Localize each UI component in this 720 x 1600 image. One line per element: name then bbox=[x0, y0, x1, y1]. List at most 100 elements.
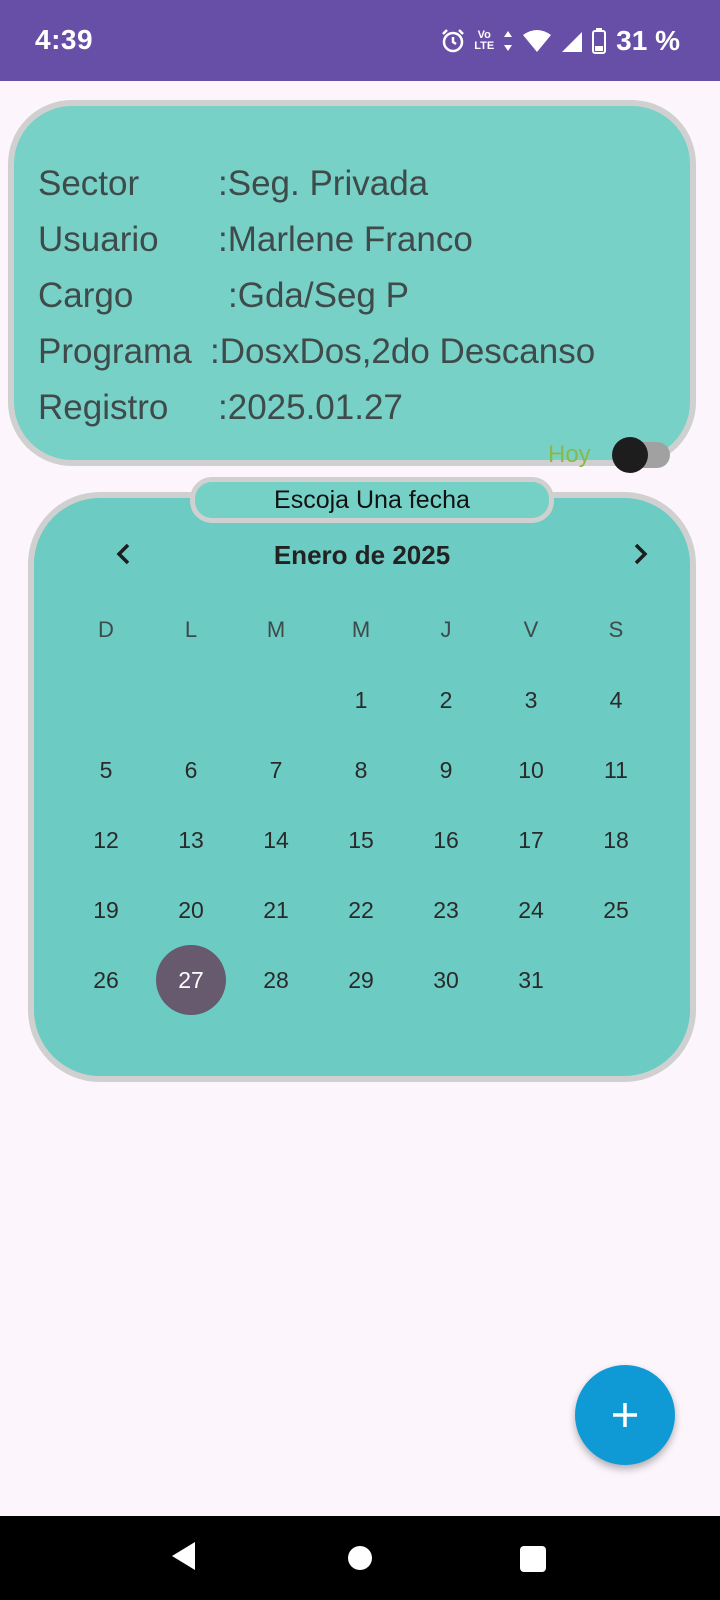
day-number: 1 bbox=[354, 686, 368, 713]
day-number: 12 bbox=[93, 826, 119, 853]
today-switch[interactable] bbox=[612, 437, 648, 473]
day-number: 19 bbox=[93, 896, 119, 923]
month-header: Enero de 2025 bbox=[28, 530, 696, 580]
day-number: 23 bbox=[433, 896, 459, 923]
data-arrows-icon bbox=[504, 31, 513, 51]
day-number: 14 bbox=[263, 826, 289, 853]
status-time: 4:39 bbox=[35, 24, 94, 55]
day-number: 10 bbox=[518, 756, 544, 783]
info-label: Programa bbox=[38, 332, 192, 371]
calendar-day[interactable]: 31 bbox=[496, 945, 566, 1015]
calendar-day[interactable]: 16 bbox=[411, 805, 481, 875]
info-value: :Seg. Privada bbox=[218, 164, 429, 203]
calendar-day[interactable]: 8 bbox=[326, 735, 396, 805]
volte-icon: Vo LTE bbox=[474, 30, 494, 52]
volte-bottom: LTE bbox=[474, 40, 495, 52]
signal-icon bbox=[562, 32, 583, 52]
day-number: 13 bbox=[178, 826, 204, 853]
day-number: 20 bbox=[178, 896, 204, 923]
calendar-day[interactable]: 14 bbox=[241, 805, 311, 875]
day-number: 17 bbox=[518, 826, 544, 853]
calendar-day[interactable]: 22 bbox=[326, 875, 396, 945]
day-number: 21 bbox=[263, 896, 289, 923]
month-title: Enero de 2025 bbox=[273, 540, 451, 570]
calendar-day[interactable]: 9 bbox=[411, 735, 481, 805]
today-label: Hoy bbox=[548, 441, 591, 468]
calendar-day[interactable]: 5 bbox=[71, 735, 141, 805]
system-nav-bar bbox=[0, 1516, 720, 1600]
calendar-day[interactable]: 24 bbox=[496, 875, 566, 945]
calendar-day[interactable]: 4 bbox=[581, 665, 651, 735]
day-number: 16 bbox=[433, 826, 459, 853]
day-number: 2 bbox=[439, 686, 453, 713]
calendar-day-selected[interactable]: 27 bbox=[156, 945, 226, 1015]
day-number: 4 bbox=[609, 686, 623, 713]
calendar-day[interactable]: 21 bbox=[241, 875, 311, 945]
calendar-day[interactable]: 26 bbox=[71, 945, 141, 1015]
day-number: 30 bbox=[433, 966, 459, 993]
day-number: 8 bbox=[354, 756, 368, 783]
day-number: 29 bbox=[348, 966, 374, 993]
back-icon[interactable] bbox=[170, 1540, 198, 1572]
info-value: :Marlene Franco bbox=[218, 220, 473, 259]
weekday-label: V bbox=[523, 617, 539, 642]
calendar-header-label: Escoja Una fecha bbox=[190, 477, 554, 523]
weekday-label: J bbox=[440, 617, 452, 642]
info-value: :Gda/Seg P bbox=[228, 276, 409, 315]
calendar-day[interactable]: 7 bbox=[241, 735, 311, 805]
day-number: 22 bbox=[348, 896, 374, 923]
calendar-day[interactable]: 23 bbox=[411, 875, 481, 945]
calendar-day[interactable]: 2 bbox=[411, 665, 481, 735]
calendar-day[interactable]: 29 bbox=[326, 945, 396, 1015]
info-label: Registro bbox=[38, 388, 169, 427]
weekday-label: D bbox=[98, 617, 114, 642]
day-number: 7 bbox=[269, 756, 283, 783]
info-label: Usuario bbox=[38, 220, 159, 259]
day-number: 5 bbox=[99, 756, 113, 783]
status-icons: Vo LTE 31 % bbox=[440, 24, 680, 58]
weekday-label: M bbox=[266, 617, 286, 642]
day-number: 11 bbox=[604, 756, 628, 783]
day-number: 3 bbox=[524, 686, 538, 713]
info-label: Cargo bbox=[38, 276, 134, 315]
battery-icon bbox=[592, 28, 607, 54]
info-label: Sector bbox=[38, 164, 140, 203]
calendar-day[interactable]: 13 bbox=[156, 805, 226, 875]
calendar-day[interactable]: 30 bbox=[411, 945, 481, 1015]
next-month-button[interactable] bbox=[620, 534, 660, 574]
calendar-day[interactable]: 12 bbox=[71, 805, 141, 875]
day-number: 27 bbox=[178, 966, 204, 993]
calendar-day[interactable]: 6 bbox=[156, 735, 226, 805]
calendar-day[interactable]: 28 bbox=[241, 945, 311, 1015]
calendar-day[interactable]: 19 bbox=[71, 875, 141, 945]
weekday-label: L bbox=[184, 617, 198, 642]
day-number: 15 bbox=[348, 826, 374, 853]
chevron-right-icon bbox=[634, 543, 648, 565]
weekday-label: S bbox=[608, 617, 624, 642]
alarm-icon bbox=[442, 29, 465, 53]
calendar-day[interactable]: 3 bbox=[496, 665, 566, 735]
user-info-card: Sector :Seg. Privada Usuario :Marlene Fr… bbox=[8, 100, 696, 466]
day-number: 6 bbox=[184, 756, 198, 783]
wifi-icon bbox=[523, 30, 552, 52]
info-value: :DosxDos,2do Descanso bbox=[210, 332, 596, 371]
day-number: 9 bbox=[439, 756, 453, 783]
home-icon[interactable] bbox=[348, 1546, 372, 1570]
add-button[interactable] bbox=[575, 1365, 675, 1465]
calendar-day[interactable]: 1 bbox=[326, 665, 396, 735]
calendar-day[interactable]: 10 bbox=[496, 735, 566, 805]
day-number: 28 bbox=[263, 966, 289, 993]
day-number: 18 bbox=[603, 826, 629, 853]
calendar-day[interactable]: 20 bbox=[156, 875, 226, 945]
calendar-day[interactable]: 17 bbox=[496, 805, 566, 875]
day-number: 26 bbox=[93, 966, 119, 993]
calendar-day[interactable]: 15 bbox=[326, 805, 396, 875]
calendar-day[interactable]: 11 bbox=[581, 735, 651, 805]
calendar-day[interactable]: 25 bbox=[581, 875, 651, 945]
info-value: :2025.01.27 bbox=[218, 388, 403, 427]
status-bar: 4:39 Vo LTE 31 % bbox=[0, 0, 720, 81]
calendar-day[interactable]: 18 bbox=[581, 805, 651, 875]
day-number: 24 bbox=[518, 896, 544, 923]
weekday-label: M bbox=[351, 617, 371, 642]
recents-icon[interactable] bbox=[520, 1546, 546, 1572]
